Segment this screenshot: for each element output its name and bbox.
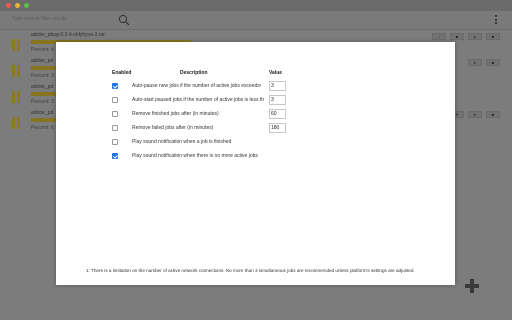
more-vertical-icon[interactable] [494,14,498,26]
enabled-checkbox[interactable] [112,139,118,145]
job-name: adobe_pd [31,110,54,116]
job-name: adobe_pd [31,84,54,90]
enabled-checkbox[interactable] [112,111,118,117]
setting-description: Auto-start paused jobs if the number of … [132,97,264,103]
job-name: adobe_pd [31,58,54,64]
setting-value-input[interactable]: 60 [269,109,286,119]
job-button-2[interactable]: ■ [450,33,464,40]
setting-value-input[interactable]: 3 [269,95,286,105]
footnote: 1: There is a limitation on the number o… [86,268,415,273]
app-toolbar: Type here to filter results [0,11,512,30]
job-status: Percent: 3 [31,99,54,105]
enabled-header: Enabled [112,70,132,76]
close-window-button[interactable] [6,3,11,8]
setting-row: Auto-pause new jobs if the number of act… [112,81,352,93]
setting-row: Auto-start paused jobs if the number of … [112,95,352,107]
job-button-4[interactable]: ■ [486,111,500,118]
setting-value-input[interactable]: 180 [269,123,286,133]
job-status: Percent: 6 [31,125,54,131]
setting-row: Play sound notification when there is no… [112,151,352,163]
setting-value-input[interactable]: 3 [269,81,286,91]
setting-description: Play sound notification when there is no… [132,153,258,159]
enabled-checkbox[interactable] [112,83,118,89]
job-button-4[interactable]: ■ [486,33,500,40]
description-header: Description [180,70,208,76]
setting-description: Remove finished jobs after (in minutes) [132,111,219,117]
job-button-1[interactable]: ↓ [432,33,446,40]
job-status: Percent: 4 [31,47,54,53]
search-icon[interactable] [118,14,130,26]
job-button-4[interactable]: ■ [486,59,500,66]
window-titlebar [0,0,512,11]
setting-row: Remove finished jobs after (in minutes) … [112,109,352,121]
enabled-checkbox[interactable] [112,153,118,159]
setting-description: Auto-pause new jobs if the number of act… [132,83,262,89]
setting-description: Play sound notification when a job is fi… [132,139,232,145]
job-button-3[interactable]: ▸ [468,59,482,66]
settings-modal: 1: There is a limitation on the number o… [56,42,455,285]
add-job-icon[interactable] [465,279,479,293]
minimize-window-button[interactable] [15,3,20,8]
pause-icon[interactable] [12,38,22,51]
enabled-checkbox[interactable] [112,97,118,103]
search-input[interactable]: Type here to filter results [12,16,67,22]
job-status: Percent: 3 [31,73,54,79]
pause-icon[interactable] [12,90,22,103]
enabled-checkbox[interactable] [112,125,118,131]
setting-description: Remove failed jobs after (in minutes) [132,125,214,131]
pause-icon[interactable] [12,116,22,129]
maximize-window-button[interactable] [24,3,29,8]
job-name: adobe_pbug-0.3.4-shfyhyva-2.rar [31,32,105,38]
job-button-3[interactable]: ▸ [468,111,482,118]
job-button-3[interactable]: ▸ [468,33,482,40]
value-header: Value [269,70,283,76]
setting-row: Play sound notification when a job is fi… [112,137,352,149]
setting-row: Remove failed jobs after (in minutes) 18… [112,123,352,135]
pause-icon[interactable] [12,64,22,77]
